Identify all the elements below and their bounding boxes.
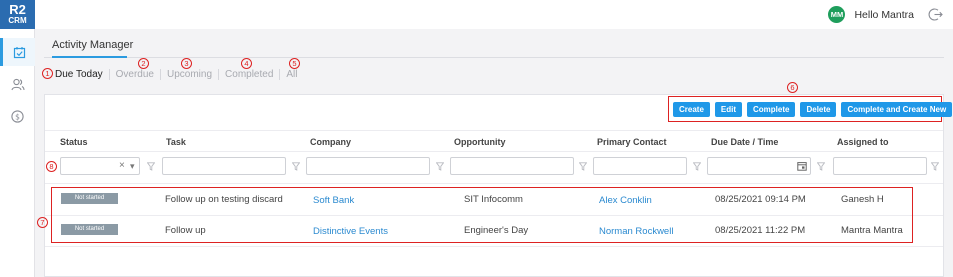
column-header-status[interactable]: Status [60, 137, 88, 147]
create-button[interactable]: Create [673, 102, 710, 117]
opportunity-filter-input[interactable] [450, 157, 574, 175]
column-header-primary-contact[interactable]: Primary Contact [597, 137, 667, 147]
avatar[interactable]: MM [828, 6, 846, 23]
calendar-check-icon [13, 46, 25, 58]
app-logo[interactable]: R2 CRM [0, 0, 35, 29]
top-bar: MM Hello Mantra [35, 0, 953, 29]
rail-item-contacts[interactable] [0, 70, 35, 98]
company-filter-input[interactable] [306, 157, 430, 175]
logo-text-bottom: CRM [8, 16, 27, 25]
status-filter-clear-icon[interactable]: × [119, 160, 125, 171]
column-header-due-date[interactable]: Due Date / Time [711, 137, 778, 147]
due-date-filter-input[interactable] [707, 157, 811, 175]
user-menu[interactable]: MM Hello Mantra [828, 6, 943, 23]
row-divider [45, 183, 943, 184]
task-filter-input[interactable] [162, 157, 286, 175]
filter-funnel-icon[interactable] [436, 162, 444, 171]
tab-all[interactable]: All [280, 69, 303, 80]
logout-icon[interactable] [928, 7, 943, 22]
svg-text:$: $ [15, 112, 20, 121]
annotation-marker-toolbar: 6 [787, 82, 798, 93]
annotation-marker-all: 5 [289, 58, 300, 69]
column-header-assigned-to[interactable]: Assigned to [837, 137, 889, 147]
contact-filter-input[interactable] [593, 157, 687, 175]
annotation-marker-due-today: 1 [42, 68, 53, 79]
edit-button[interactable]: Edit [714, 102, 743, 117]
filter-funnel-icon[interactable] [579, 162, 587, 171]
filter-funnel-icon[interactable] [931, 162, 939, 171]
title-underline [52, 56, 127, 58]
logo-text-top: R2 [9, 2, 26, 17]
activity-tabs: Due Today Overdue Upcoming Completed All [55, 69, 304, 80]
greeting-text: Hello Mantra [854, 8, 914, 21]
delete-button[interactable]: Delete [800, 102, 837, 117]
title-divider [44, 57, 944, 58]
tab-due-today[interactable]: Due Today [55, 69, 109, 80]
annotation-marker-overdue: 2 [138, 58, 149, 69]
tab-completed[interactable]: Completed [219, 69, 279, 80]
chevron-down-icon[interactable]: ▾ [130, 161, 135, 172]
action-toolbar: Create Edit Complete Delete Complete and… [673, 102, 953, 117]
annotation-marker-upcoming: 3 [181, 58, 192, 69]
calendar-icon[interactable] [797, 161, 807, 171]
contacts-icon [10, 78, 25, 90]
complete-and-create-new-button[interactable]: Complete and Create New [841, 102, 953, 117]
column-header-company[interactable]: Company [310, 137, 351, 147]
page-title: Activity Manager [52, 39, 134, 51]
tab-upcoming[interactable]: Upcoming [161, 69, 218, 80]
rail-item-activities[interactable] [0, 38, 35, 66]
column-header-opportunity[interactable]: Opportunity [454, 137, 506, 147]
tab-overdue[interactable]: Overdue [110, 69, 160, 80]
annotation-marker-rows: 7 [37, 217, 48, 228]
annotation-marker-filters: 8 [46, 161, 57, 172]
column-header-task[interactable]: Task [166, 137, 186, 147]
filter-funnel-icon[interactable] [292, 162, 300, 171]
annotation-marker-completed: 4 [241, 58, 252, 69]
complete-button[interactable]: Complete [747, 102, 796, 117]
rail-item-deals[interactable]: $ [0, 102, 35, 130]
dollar-icon: $ [11, 109, 24, 123]
filter-funnel-icon[interactable] [817, 162, 825, 171]
status-filter-select[interactable] [60, 157, 140, 175]
rows-annotation-box [51, 187, 913, 243]
filter-funnel-icon[interactable] [147, 162, 155, 171]
assigned-filter-input[interactable] [833, 157, 927, 175]
row-divider [45, 246, 943, 247]
left-rail: R2 CRM $ [0, 0, 35, 277]
filter-funnel-icon[interactable] [693, 162, 701, 171]
